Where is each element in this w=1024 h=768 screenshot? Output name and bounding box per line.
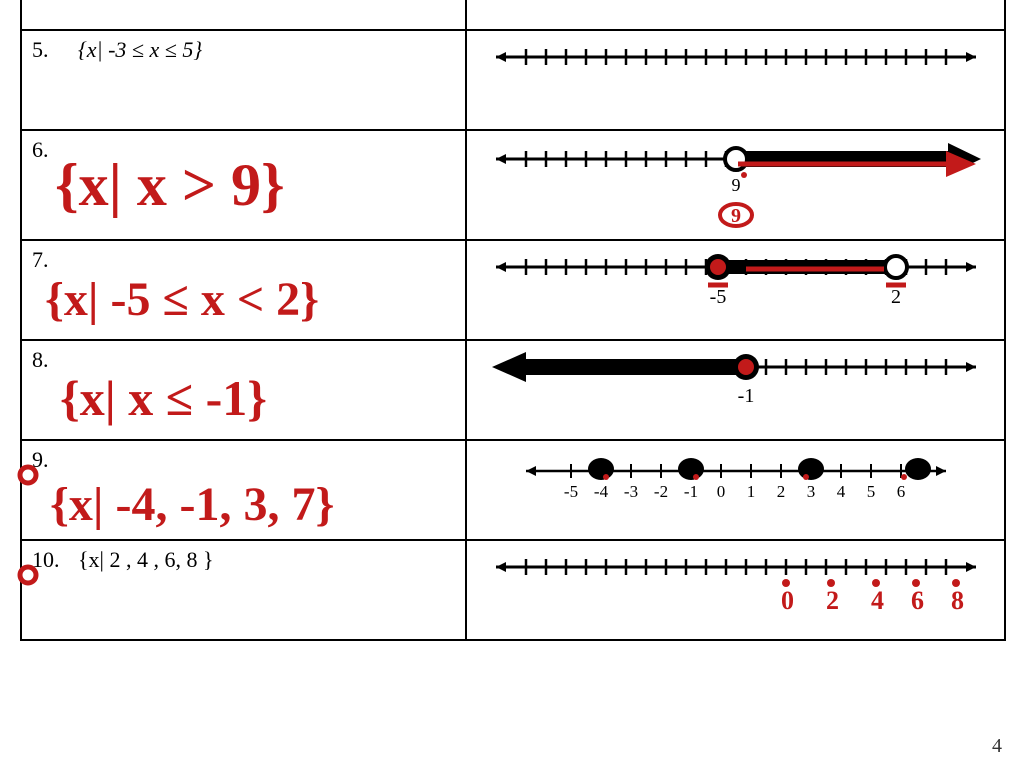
worksheet-table: 5. {x| -3 ≤ x ≤ 5} 6. [20,0,1006,641]
tick-label: 4 [836,482,845,501]
tick-label: -1 [683,482,697,501]
open-circle [725,148,747,170]
cell-8-left: 8. [21,340,466,440]
tick-label: 6 [896,482,905,501]
cell-6-left: 6. [21,130,466,240]
numberline-7: -5 2 [486,247,986,322]
tick-label-neg5: -5 [709,286,726,308]
question-number: 5. [32,37,66,63]
cell-9-graph: -5 -4 -3 -2 -1 0 1 2 3 4 5 6 [466,440,1005,540]
cell-7-graph: -5 2 [466,240,1005,340]
numberline-9: -5 -4 -3 -2 -1 0 1 2 3 4 5 6 [486,447,986,517]
cell-9-left: 9. [21,440,466,540]
page-number: 4 [992,735,1002,758]
question-number: 7. [32,247,66,273]
hand-label: 0 [781,586,794,615]
tick-label: 0 [716,482,725,501]
cell-10-left: 10. {x| 2 , 4 , 6, 8 } [21,540,466,640]
cell-10-graph: 0 2 4 6 8 [466,540,1005,640]
open-circle [885,256,907,278]
worksheet-page: 5. {x| -3 ≤ x ≤ 5} 6. [20,0,1004,641]
cell-5-graph [466,30,1005,130]
hand-label-9: 9 [731,205,741,227]
tick-label: 3 [806,482,815,501]
cell-6-graph: 9 9 [466,130,1005,240]
question-number: 8. [32,347,66,373]
numberline-8: -1 [486,347,986,417]
numberline-blank [486,37,986,82]
tick-label: 5 [866,482,875,501]
tick-label: -4 [593,482,608,501]
hand-label: 8 [951,586,964,615]
cell-8-graph: -1 [466,340,1005,440]
tick-label: -2 [653,482,667,501]
question-number: 9. [32,447,66,473]
cell-5-left: 5. {x| -3 ≤ x ≤ 5} [21,30,466,130]
question-number: 6. [32,137,66,163]
tick-label: 2 [776,482,785,501]
numberline-10: 0 2 4 6 8 [486,547,986,622]
tick-label: -3 [623,482,637,501]
tick-label: -5 [563,482,577,501]
set-notation-printed: {x| -3 ≤ x ≤ 5} [78,37,202,62]
question-number: 10. [32,547,66,573]
hand-label: 2 [826,586,839,615]
hand-label: 6 [911,586,924,615]
tick-label-neg1: -1 [737,385,754,407]
tick-label-2: 2 [891,286,901,308]
cell-7-left: 7. [21,240,466,340]
cell-blank-right [466,0,1005,30]
set-notation-printed: {x| 2 , 4 , 6, 8 } [78,547,214,572]
tick-label: 1 [746,482,755,501]
cell-blank-left [21,0,466,30]
hand-label: 4 [871,586,884,615]
numberline-6: 9 9 [486,137,986,227]
tick-label-9: 9 [731,175,740,195]
